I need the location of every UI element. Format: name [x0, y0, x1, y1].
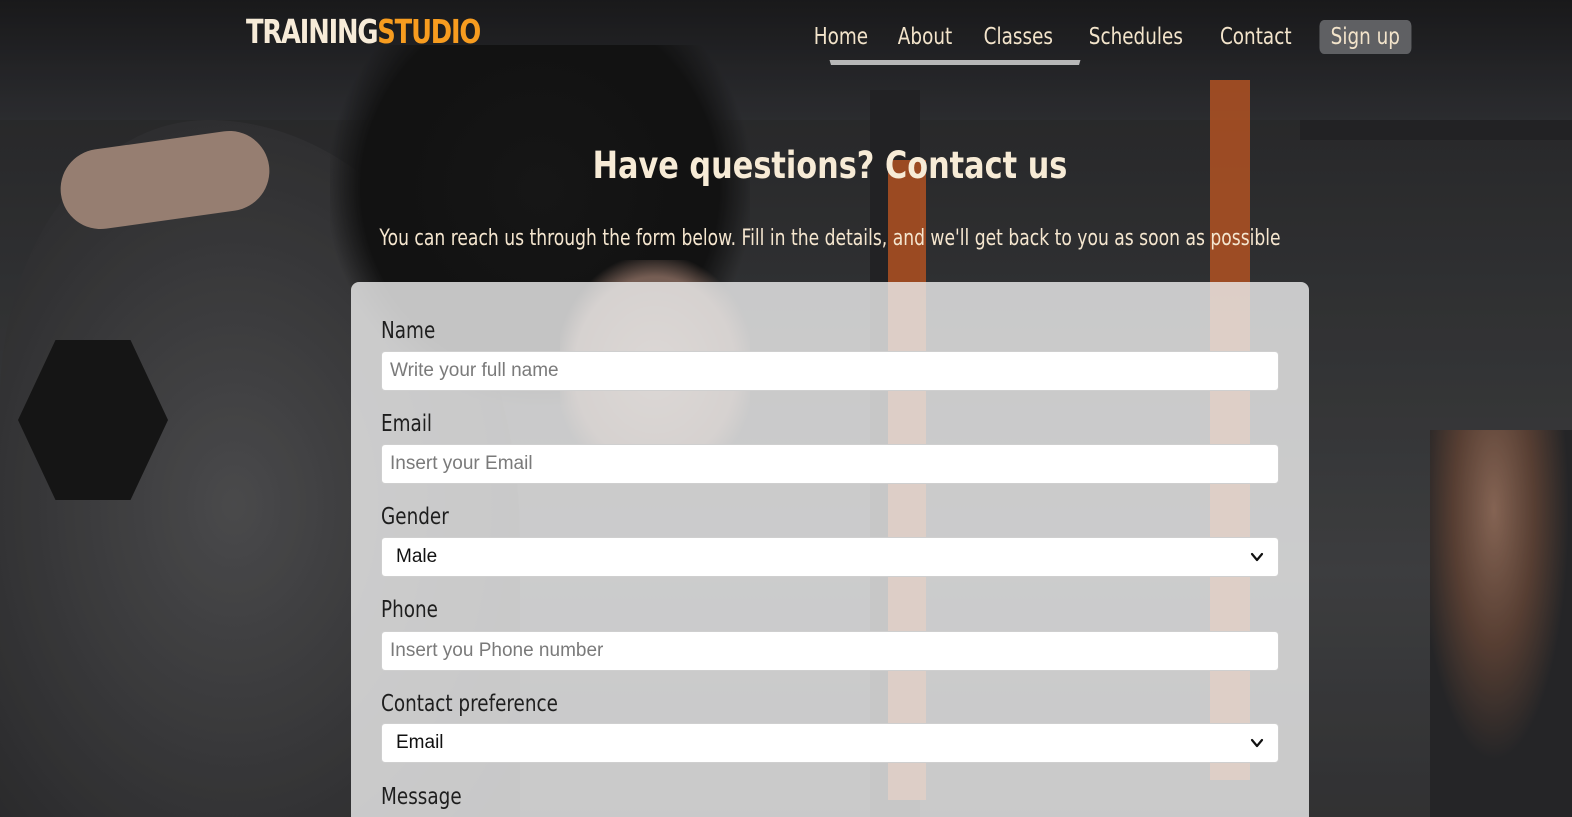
contact-preference-select[interactable]: Email [381, 723, 1279, 763]
contact-form: Name Email Gender Male Phone Contact pre… [351, 282, 1309, 817]
chevron-down-icon [1250, 738, 1264, 748]
email-label: Email [381, 411, 433, 437]
nav-link-schedules[interactable]: Schedules [1086, 20, 1187, 54]
brand-logo-primary: TRAINING [246, 12, 378, 51]
brand-logo[interactable]: TRAININGSTUDIO [246, 12, 481, 51]
page-subtitle: You can reach us through the form below.… [379, 226, 1281, 251]
email-input[interactable] [381, 444, 1279, 484]
gender-selected-value: Male [396, 546, 438, 567]
nav-link-classes[interactable]: Classes [980, 20, 1056, 54]
signup-button[interactable]: Sign up [1319, 20, 1412, 54]
name-input[interactable] [381, 351, 1279, 391]
name-label: Name [381, 318, 436, 344]
chevron-down-icon [1250, 552, 1264, 562]
phone-input[interactable] [381, 631, 1279, 671]
main-nav: Home About Classes Schedules Contact Sig… [795, 20, 1423, 54]
gender-select[interactable]: Male [381, 537, 1279, 577]
message-label: Message [381, 784, 462, 810]
contact-preference-selected-value: Email [396, 732, 444, 753]
nav-link-contact[interactable]: Contact [1217, 20, 1295, 54]
contact-preference-label: Contact preference [381, 691, 558, 717]
gender-label: Gender [381, 504, 449, 530]
phone-label: Phone [381, 597, 438, 623]
page-title: Have questions? Contact us [592, 144, 1068, 187]
nav-link-about[interactable]: About [894, 20, 955, 54]
brand-logo-accent: STUDIO [377, 12, 481, 51]
nav-link-home[interactable]: Home [810, 20, 871, 54]
